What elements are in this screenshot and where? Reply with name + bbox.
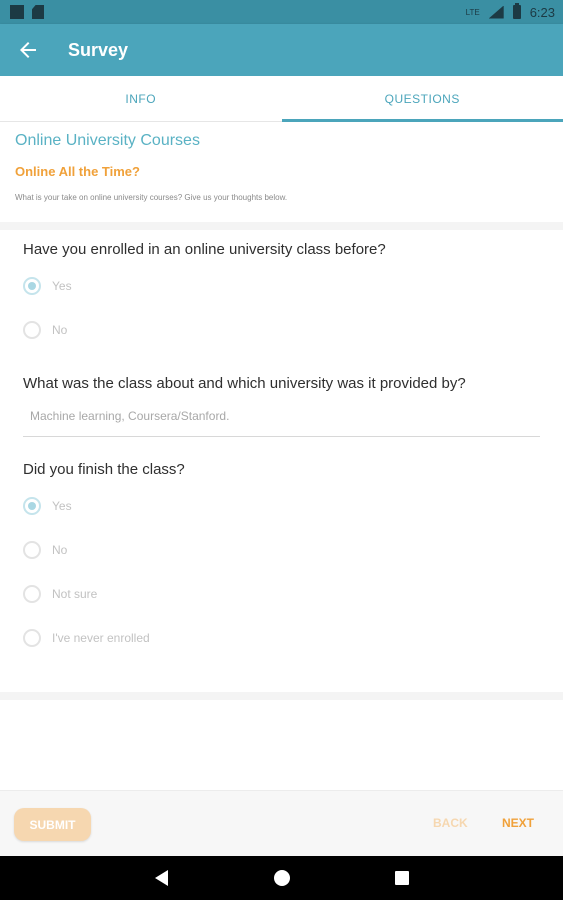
option-label: Yes <box>52 279 72 293</box>
q3-option-never-enrolled[interactable]: I've never enrolled <box>23 628 150 648</box>
question-1-text: Have you enrolled in an online universit… <box>23 241 386 258</box>
section-divider <box>0 222 563 230</box>
next-button[interactable]: NEXT <box>502 816 534 830</box>
radio-button[interactable] <box>23 629 41 647</box>
question-2-text: What was the class about and which unive… <box>23 375 466 392</box>
radio-button[interactable] <box>23 541 41 559</box>
page-title: Survey <box>68 39 129 60</box>
back-arrow-button[interactable] <box>0 24 56 76</box>
class-answer-input[interactable]: Machine learning, Coursera/Stanford. <box>23 403 540 437</box>
status-time: 6:23 <box>529 4 555 20</box>
tab-questions[interactable]: QUESTIONS <box>281 76 563 122</box>
q3-option-no[interactable]: No <box>23 540 67 560</box>
q1-option-yes[interactable]: Yes <box>23 276 72 296</box>
sd-card-icon <box>32 5 44 19</box>
radio-button[interactable] <box>23 585 41 603</box>
question-3-text: Did you finish the class? <box>23 461 185 478</box>
q3-option-not-sure[interactable]: Not sure <box>23 584 97 604</box>
survey-title: Online University Courses <box>15 132 200 149</box>
nav-home-icon[interactable] <box>274 870 290 886</box>
section-divider <box>0 692 563 700</box>
tab-bar: INFO QUESTIONS <box>0 76 563 122</box>
survey-subtitle: Online All the Time? <box>15 164 140 179</box>
nav-back-icon[interactable] <box>155 870 168 886</box>
status-bar: LTE 6:23 <box>0 0 563 24</box>
radio-button-checked[interactable] <box>23 497 41 515</box>
nav-recents-icon[interactable] <box>395 871 409 885</box>
option-label: No <box>52 323 68 337</box>
radio-button-checked[interactable] <box>23 277 41 295</box>
arrow-left-icon <box>20 42 36 58</box>
system-nav-bar <box>0 856 563 900</box>
q3-option-yes[interactable]: Yes <box>23 496 72 516</box>
app-bar: Survey <box>0 24 563 76</box>
battery-icon <box>512 3 521 19</box>
option-label: I've never enrolled <box>52 631 150 645</box>
option-label: No <box>52 543 68 557</box>
option-label: Not sure <box>52 587 98 601</box>
signal-icon <box>488 5 504 19</box>
bottom-action-bar: SUBMIT BACK NEXT <box>0 790 563 856</box>
radio-button[interactable] <box>23 321 41 339</box>
survey-description: What is your take on online university c… <box>15 193 288 202</box>
q1-option-no[interactable]: No <box>23 320 67 340</box>
option-label: Yes <box>52 499 72 513</box>
back-button[interactable]: BACK <box>433 816 468 830</box>
notification-icon <box>10 5 24 19</box>
tab-info[interactable]: INFO <box>0 76 282 121</box>
survey-header: Online University Courses Online All the… <box>0 122 563 222</box>
network-type: LTE <box>465 7 480 17</box>
submit-button[interactable]: SUBMIT <box>14 808 91 841</box>
